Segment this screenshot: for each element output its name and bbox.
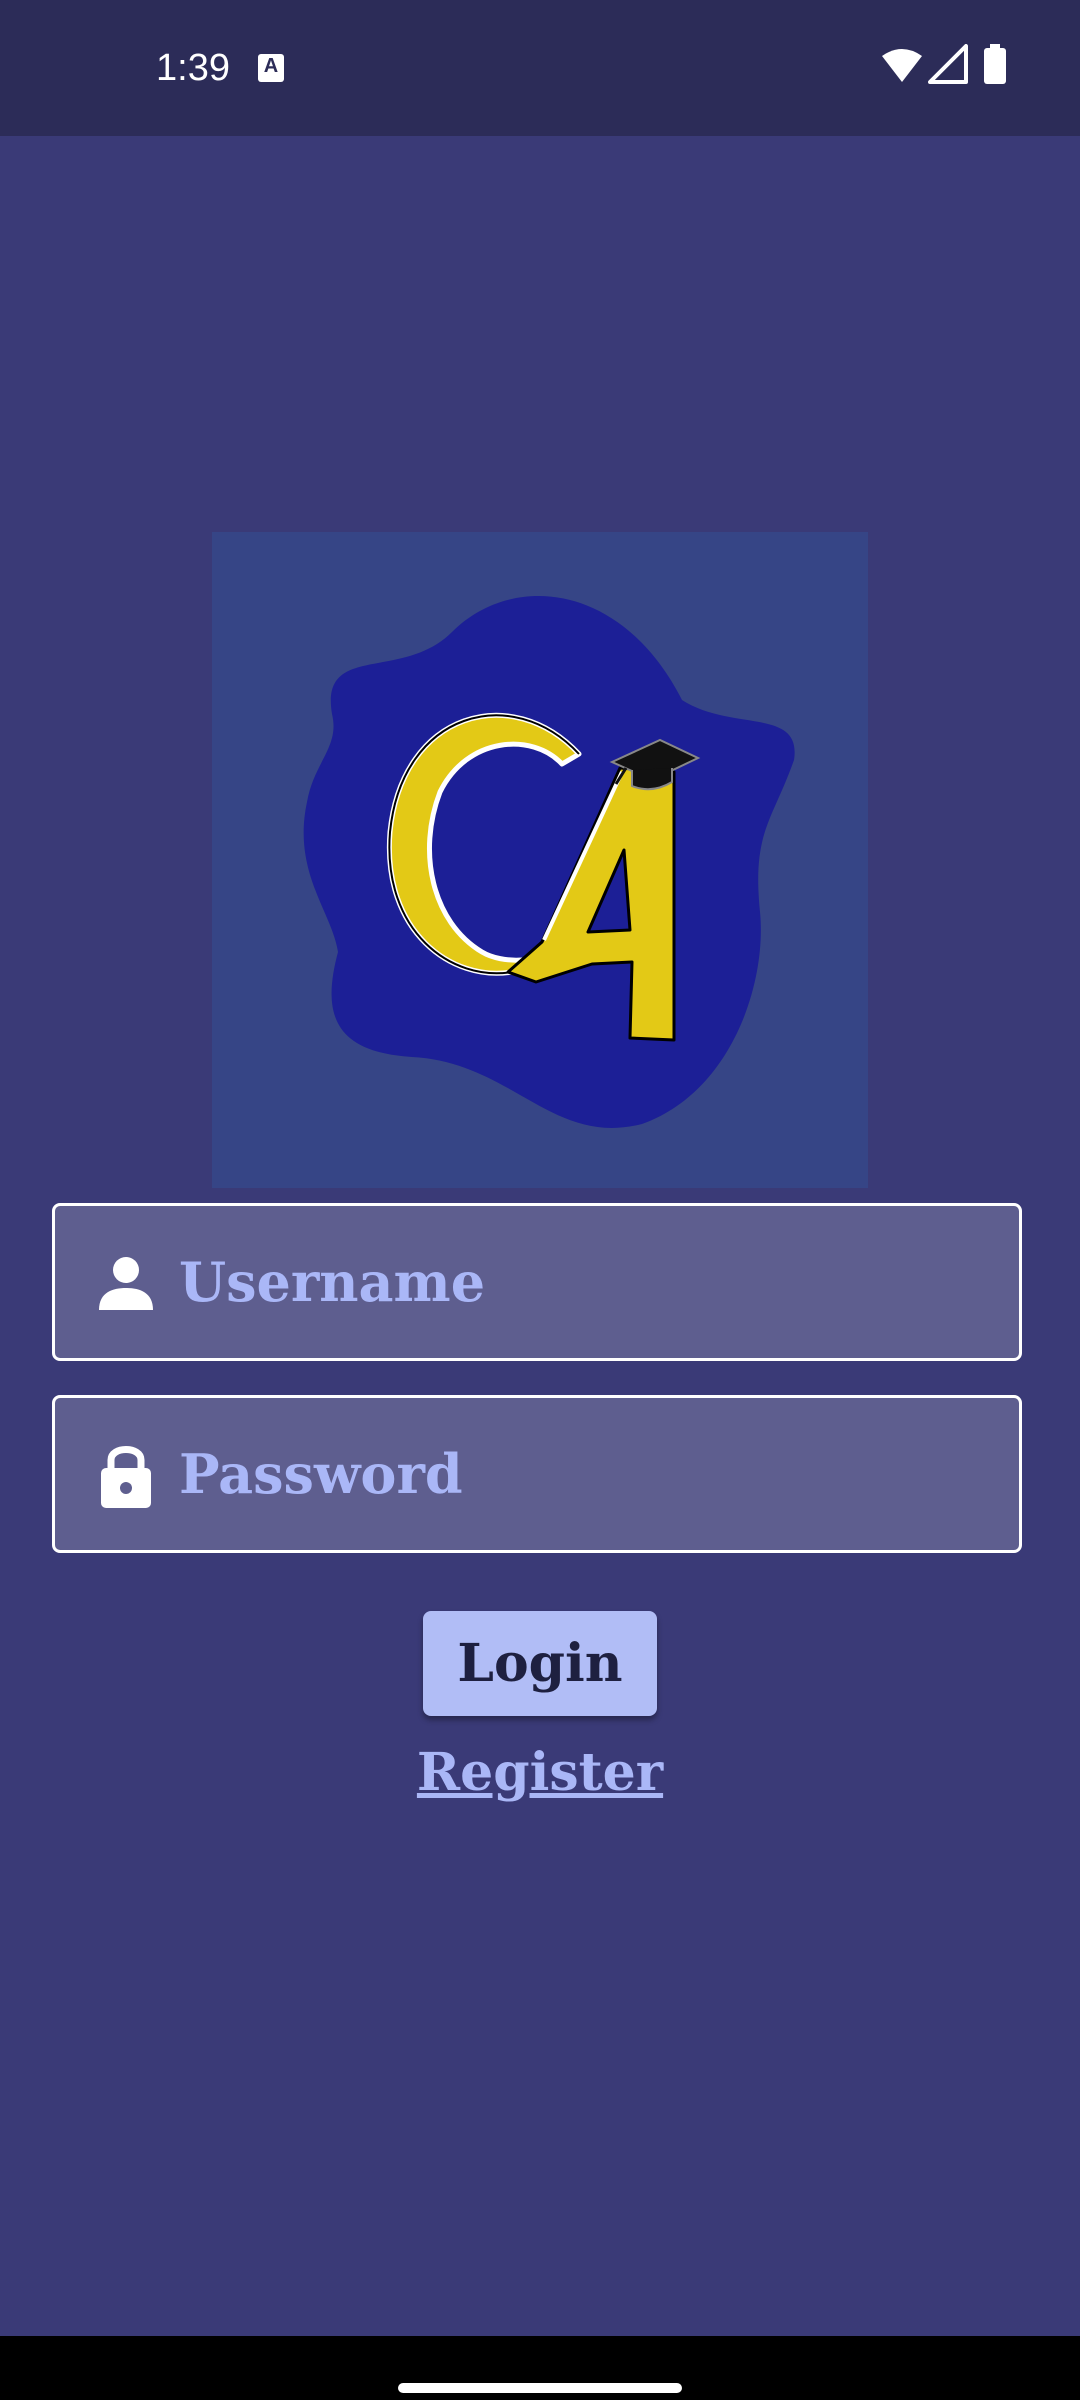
wifi-icon	[882, 49, 922, 82]
text-notification-icon: A	[258, 54, 284, 82]
status-icons-svg	[882, 44, 1006, 84]
home-gesture-handle[interactable]	[398, 2383, 682, 2393]
lock-icon	[101, 1446, 151, 1508]
notification-letter: A	[263, 55, 279, 77]
username-input[interactable]	[179, 1226, 989, 1338]
cell-signal-icon	[928, 44, 968, 84]
password-input[interactable]	[179, 1418, 989, 1530]
status-time: 1:39	[156, 47, 230, 89]
password-field[interactable]	[52, 1395, 1022, 1553]
person-icon	[99, 1257, 153, 1310]
login-button[interactable]: Login	[423, 1611, 657, 1716]
username-field[interactable]	[52, 1203, 1022, 1361]
app-logo	[212, 532, 868, 1188]
battery-icon	[984, 44, 1006, 84]
logo-graphic	[303, 595, 795, 1128]
logo-blob	[303, 595, 795, 1128]
register-link[interactable]: Register	[340, 1736, 740, 1810]
status-bar: 1:39 A	[0, 0, 1080, 136]
status-icons	[880, 44, 1080, 92]
